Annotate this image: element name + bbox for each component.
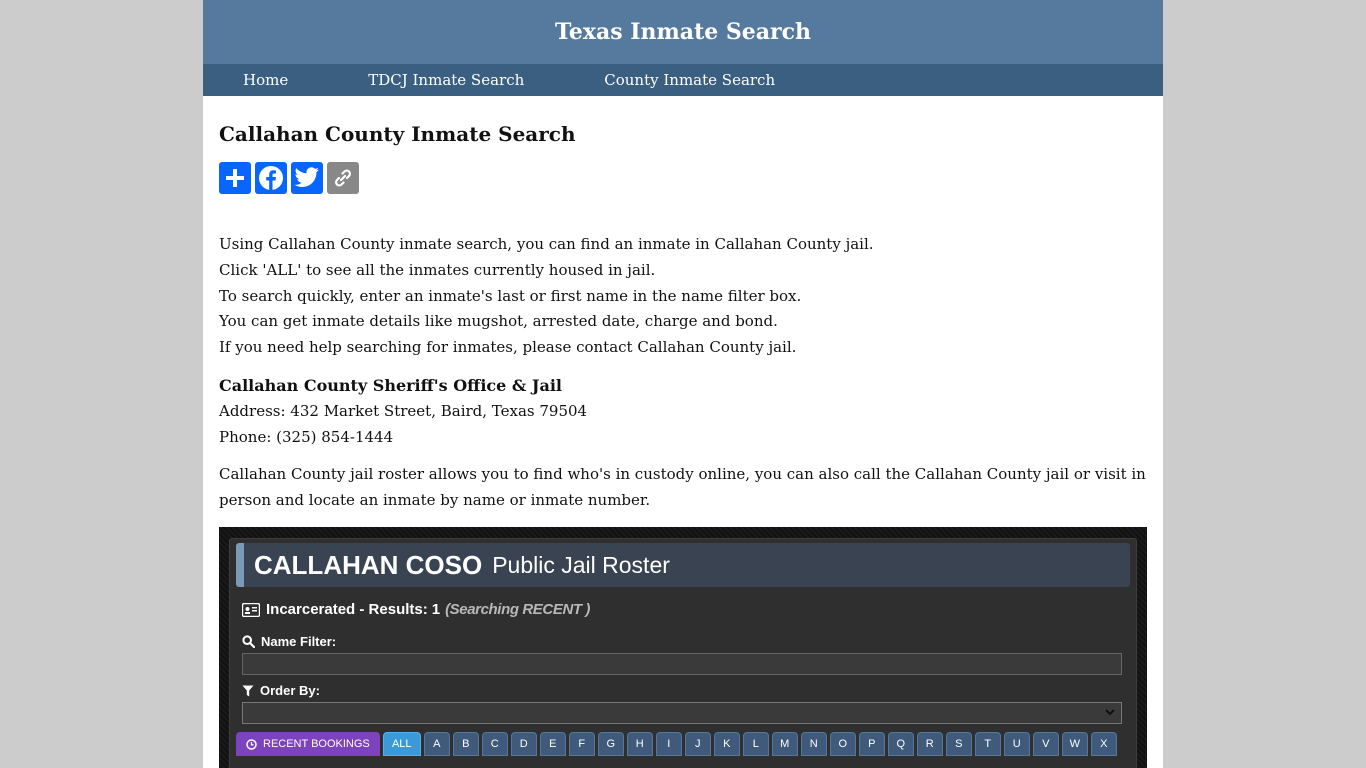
jail-address: Address: 432 Market Street, Baird, Texas… (219, 401, 588, 420)
twitter-share-button[interactable] (291, 162, 323, 194)
letter-button-r[interactable]: R (916, 732, 943, 757)
status-label: Incarcerated - Results: (266, 601, 428, 619)
letter-button-u[interactable]: U (1003, 732, 1030, 757)
letter-button-x[interactable]: X (1090, 732, 1117, 757)
letter-button-o[interactable]: O (829, 732, 856, 757)
letter-button-m[interactable]: M (771, 732, 798, 757)
roster-description: Callahan County jail roster allows you t… (219, 465, 1146, 509)
intro-line: Click 'ALL' to see all the inmates curre… (219, 260, 656, 279)
letter-button-s[interactable]: S (945, 732, 972, 757)
letter-button-f[interactable]: F (568, 732, 595, 757)
letter-button-w[interactable]: W (1061, 732, 1088, 757)
letter-button-k[interactable]: K (713, 732, 740, 757)
results-count: 1 (431, 601, 441, 619)
letter-button-e[interactable]: E (539, 732, 566, 757)
intro-line: Using Callahan County inmate search, you… (219, 235, 874, 253)
jail-phone: Phone: (325) 854-1444 (219, 427, 394, 446)
clock-icon (246, 739, 257, 750)
twitter-icon (294, 167, 319, 187)
share-buttons (219, 162, 1147, 194)
intro-line: To search quickly, enter an inmate's las… (219, 286, 802, 305)
page-container: Texas Inmate Search Home TDCJ Inmate Sea… (203, 0, 1163, 768)
results-status: Incarcerated - Results: 1 (Searching REC… (236, 601, 1130, 618)
site-title[interactable]: Texas Inmate Search (555, 19, 811, 45)
name-filter-text: Name Filter: (261, 634, 337, 650)
letter-button-i[interactable]: I (655, 732, 682, 757)
order-by-select[interactable] (242, 702, 1122, 725)
page-title: Callahan County Inmate Search (219, 122, 576, 146)
letter-button-h[interactable]: H (626, 732, 653, 757)
order-by-label: Order By: (236, 683, 1130, 698)
roster-title: Public Jail Roster (492, 551, 670, 578)
letter-button-t[interactable]: T (974, 732, 1001, 757)
name-filter-input[interactable] (242, 653, 1122, 676)
letter-button-g[interactable]: G (597, 732, 624, 757)
jail-name: Callahan County Sheriff's Office & Jail (219, 375, 562, 395)
nav-county-link[interactable]: County Inmate Search (604, 71, 775, 89)
copy-link-button[interactable] (327, 162, 359, 194)
letter-button-q[interactable]: Q (887, 732, 914, 757)
agency-name: CALLAHAN COSO (254, 549, 483, 580)
letter-button-l[interactable]: L (742, 732, 769, 757)
copy-link-icon (334, 169, 352, 187)
nav-tdcj-link[interactable]: TDCJ Inmate Search (368, 71, 524, 89)
searching-mode: (Searching RECENT ) (445, 601, 590, 619)
filter-icon (242, 685, 254, 697)
letter-filter-bar: RECENT BOOKINGS ALL A B C D E F G H I J … (236, 732, 1130, 757)
recent-bookings-label: RECENT BOOKINGS (263, 738, 370, 751)
roster-header: CALLAHAN COSO Public Jail Roster (236, 543, 1130, 588)
letter-button-b[interactable]: B (452, 732, 479, 757)
letter-button-all[interactable]: ALL (382, 732, 421, 757)
letter-button-n[interactable]: N (800, 732, 827, 757)
facebook-icon (259, 166, 283, 190)
share-plus-icon (226, 169, 244, 187)
letter-button-c[interactable]: C (481, 732, 508, 757)
share-button[interactable] (219, 162, 251, 194)
site-header: Texas Inmate Search (203, 0, 1163, 64)
chevron-down-icon (1105, 709, 1115, 716)
id-card-icon (242, 602, 260, 617)
letter-button-p[interactable]: P (858, 732, 885, 757)
letter-button-d[interactable]: D (510, 732, 537, 757)
nav-home-link[interactable]: Home (243, 71, 288, 89)
letter-button-j[interactable]: J (684, 732, 711, 757)
recent-bookings-button[interactable]: RECENT BOOKINGS (236, 732, 380, 757)
order-by-text: Order By: (260, 683, 320, 699)
facebook-share-button[interactable] (255, 162, 287, 194)
name-filter-label: Name Filter: (236, 634, 1130, 649)
intro-line: If you need help searching for inmates, … (219, 338, 797, 357)
jail-roster-widget: CALLAHAN COSO Public Jail Roster Incarce… (219, 527, 1147, 768)
intro-text: Using Callahan County inmate search, you… (219, 232, 1147, 361)
jail-contact: Callahan County Sheriff's Office & Jail … (219, 373, 1147, 450)
search-icon (242, 635, 255, 649)
roster-panel: CALLAHAN COSO Public Jail Roster Incarce… (229, 538, 1137, 768)
letter-button-a[interactable]: A (423, 732, 450, 757)
main-content: Callahan County Inmate Search Using Call… (203, 120, 1163, 768)
letter-button-v[interactable]: V (1032, 732, 1059, 757)
main-nav: Home TDCJ Inmate Search County Inmate Se… (203, 64, 1163, 96)
intro-line: You can get inmate details like mugshot,… (219, 312, 778, 331)
